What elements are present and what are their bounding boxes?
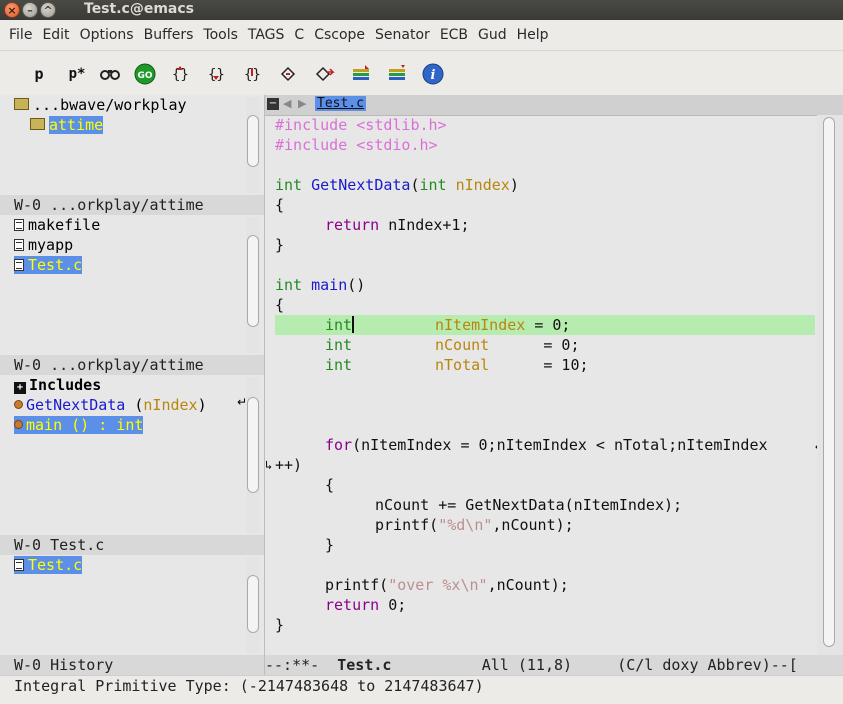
ecb-directories-pane: ...bwave/workplay attime bbox=[0, 95, 264, 195]
code-line: printf("%d\n",nCount); bbox=[375, 516, 574, 534]
p-icon[interactable]: p bbox=[26, 61, 52, 87]
methods-scrollbar[interactable] bbox=[246, 377, 260, 533]
menu-options[interactable]: Options bbox=[75, 27, 139, 43]
wrap-continue-icon: ↳ bbox=[265, 458, 273, 472]
file-icon bbox=[14, 559, 24, 571]
code-line: } bbox=[275, 616, 285, 634]
tab-next-icon[interactable]: ▶ bbox=[298, 97, 306, 110]
method-bullet-icon bbox=[14, 400, 23, 409]
menu-file[interactable]: File bbox=[4, 27, 37, 43]
p-star-icon[interactable]: p* bbox=[64, 61, 90, 87]
svg-text:GO: GO bbox=[137, 71, 152, 81]
sources-scrollbar[interactable] bbox=[246, 217, 260, 353]
code-line: int GetNextData(int nIndex) bbox=[275, 176, 519, 194]
directories-scrollbar[interactable] bbox=[246, 97, 260, 193]
code-line: { bbox=[325, 476, 335, 494]
editor-window: − ◀ ▶ Test.c #include <stdlib.h> #includ… bbox=[265, 95, 843, 655]
menu-buffers[interactable]: Buffers bbox=[139, 27, 199, 43]
file-icon bbox=[14, 219, 24, 231]
code-line: nCount += GetNextData(nItemIndex); bbox=[375, 496, 683, 514]
text-cursor bbox=[352, 316, 355, 333]
binoculars-icon[interactable] bbox=[97, 61, 123, 87]
menu-ecb[interactable]: ECB bbox=[435, 27, 473, 43]
brace-1-icon[interactable]: {} bbox=[168, 61, 194, 87]
menu-help[interactable]: Help bbox=[512, 27, 554, 43]
menu-c[interactable]: C bbox=[289, 27, 309, 43]
code-line: int bbox=[325, 356, 353, 374]
code-line: return nIndex+1; bbox=[325, 216, 470, 234]
code-line: { bbox=[275, 296, 285, 314]
menu-gud[interactable]: Gud bbox=[473, 27, 512, 43]
code-line: int bbox=[325, 336, 353, 354]
info-icon[interactable]: i bbox=[420, 61, 446, 87]
code-line: int main() bbox=[275, 276, 366, 294]
file-icon bbox=[14, 259, 24, 271]
code-line: nItemIndex = 0; bbox=[435, 316, 571, 334]
tab-prev-icon[interactable]: ◀ bbox=[283, 97, 291, 110]
svg-text:{}: {} bbox=[208, 67, 225, 83]
method-bullet-icon bbox=[14, 420, 23, 429]
code-line: #include <stdlib.h> bbox=[275, 116, 447, 134]
code-line: return 0; bbox=[325, 596, 407, 614]
brace-2-icon[interactable]: {} bbox=[204, 61, 230, 87]
file-icon bbox=[14, 239, 24, 251]
minimize-window-button[interactable]: – bbox=[22, 2, 38, 18]
brace-4-icon[interactable] bbox=[276, 61, 302, 87]
ecb-methods-pane: + Includes GetNextData (nIndex) main () :… bbox=[0, 375, 264, 535]
open-folder-icon bbox=[14, 98, 29, 110]
code-line: ++) bbox=[275, 456, 303, 474]
folder-icon bbox=[30, 118, 45, 130]
source-file-myapp[interactable]: myapp bbox=[14, 235, 73, 255]
code-line: #include <stdio.h> bbox=[275, 136, 438, 154]
code-line: } bbox=[325, 536, 335, 554]
source-file-test-c[interactable]: Test.c bbox=[14, 255, 83, 275]
window-titlebar: × – ^ Test.c@emacs bbox=[0, 0, 843, 20]
sources-modeline: W-0 ...orkplay/attime bbox=[0, 355, 264, 375]
expand-icon: + bbox=[14, 382, 26, 394]
directory-attime[interactable]: attime bbox=[30, 115, 104, 135]
toolbar: p p* GO {} {} {} i bbox=[0, 50, 843, 95]
menu-bar: File Edit Options Buffers Tools TAGS C C… bbox=[0, 21, 843, 48]
menu-cscope[interactable]: Cscope bbox=[309, 27, 370, 43]
code-line: } bbox=[275, 236, 285, 254]
method-getnextdata[interactable]: GetNextData (nIndex) bbox=[14, 395, 207, 415]
code-line: for(nItemIndex = 0;nItemIndex < nTotal;n… bbox=[325, 436, 768, 454]
directories-modeline: W-0 ...orkplay/attime bbox=[0, 195, 264, 215]
history-scrollbar[interactable] bbox=[246, 557, 260, 653]
close-window-button[interactable]: × bbox=[4, 2, 20, 18]
tab-test-c[interactable]: Test.c bbox=[315, 96, 366, 111]
minibuffer[interactable]: Integral Primitive Type: (-2147483648 to… bbox=[0, 675, 843, 695]
go-icon[interactable]: GO bbox=[132, 61, 158, 87]
code-line: printf("over %x\n",nCount); bbox=[325, 576, 569, 594]
source-file-makefile[interactable]: makefile bbox=[14, 215, 100, 235]
menu-edit[interactable]: Edit bbox=[37, 27, 74, 43]
tab-close-icon[interactable]: − bbox=[267, 98, 279, 110]
ecb-sources-pane: makefile myapp Test.c bbox=[0, 215, 264, 355]
svg-text:i: i bbox=[431, 68, 436, 83]
menu-senator[interactable]: Senator bbox=[370, 27, 435, 43]
editor-tab-bar: − ◀ ▶ Test.c bbox=[265, 95, 843, 116]
method-main[interactable]: main () : int bbox=[14, 415, 144, 435]
menu-tools[interactable]: Tools bbox=[198, 27, 243, 43]
code-line: nCount = 0; bbox=[435, 336, 580, 354]
ecb-history-pane: Test.c bbox=[0, 555, 264, 655]
methods-group-includes[interactable]: + Includes bbox=[14, 375, 101, 395]
code-line: { bbox=[275, 196, 285, 214]
window-title: Test.c@emacs bbox=[84, 1, 194, 17]
menu-tags[interactable]: TAGS bbox=[243, 27, 290, 43]
brace-5-icon[interactable] bbox=[312, 61, 338, 87]
code-line: nTotal = 10; bbox=[435, 356, 589, 374]
maximize-window-button[interactable]: ^ bbox=[40, 2, 56, 18]
methods-modeline: W-0 Test.c bbox=[0, 535, 264, 555]
code-line-current: int bbox=[325, 316, 355, 334]
layers-2-icon[interactable] bbox=[384, 61, 410, 87]
editor-modeline: --:**- Test.c All (11,8) (C/l doxy Abbre… bbox=[265, 655, 843, 675]
editor-scrollbar[interactable] bbox=[817, 115, 843, 655]
editor-scrollbar-thumb[interactable] bbox=[823, 117, 835, 647]
history-item-test-c[interactable]: Test.c bbox=[14, 555, 83, 575]
layers-1-icon[interactable] bbox=[348, 61, 374, 87]
brace-3-icon[interactable]: {} bbox=[240, 61, 266, 87]
directory-root[interactable]: ...bwave/workplay bbox=[14, 95, 187, 115]
history-modeline: W-0 History bbox=[0, 655, 264, 675]
